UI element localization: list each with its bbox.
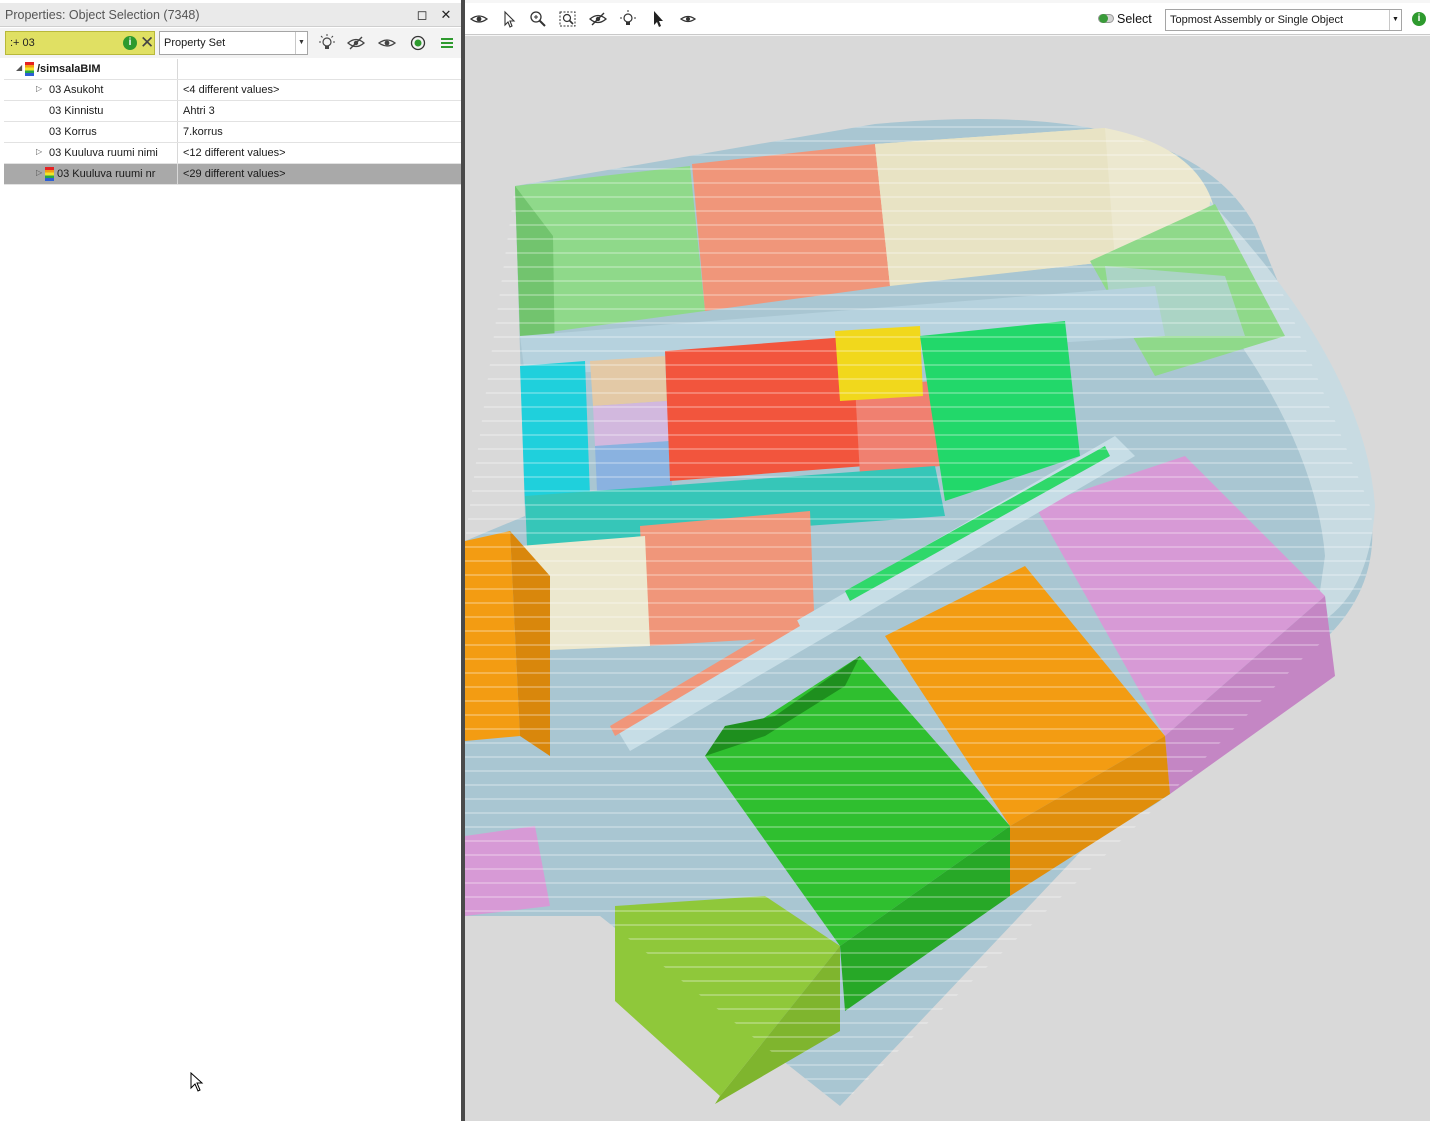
filter-value: :+ 03 xyxy=(10,37,35,49)
pointer-icon[interactable] xyxy=(648,10,668,28)
expand-triangle-icon[interactable]: ▷ xyxy=(36,147,42,156)
menu-icon[interactable] xyxy=(438,34,458,52)
property-value: 7.korrus xyxy=(183,126,223,138)
viewport-toolbar: Select Topmost Assembly or Single Object… xyxy=(465,3,1430,35)
property-value: Ahtri 3 xyxy=(183,105,215,117)
app-window: Properties: Object Selection (7348) ◻ ✕ … xyxy=(0,0,1430,1121)
close-icon: ✕ xyxy=(440,7,452,22)
selection-mode-dropdown[interactable]: Topmost Assembly or Single Object ▼ xyxy=(1165,9,1402,31)
table-row[interactable]: ▷ 03 Asukoht <4 different values> xyxy=(4,80,461,101)
hide-icon[interactable] xyxy=(346,34,366,52)
property-name: 03 Korrus xyxy=(49,126,97,138)
pipes-texture xyxy=(465,119,1373,1107)
property-name: 03 Kuuluva ruumi nr xyxy=(57,168,156,180)
select-toggle[interactable] xyxy=(1098,14,1114,23)
property-tree: ◢ /simsalaBIM ▷ 03 Asukoht <4 different … xyxy=(4,59,461,185)
zoom-icon[interactable] xyxy=(528,10,548,28)
clear-filter-icon[interactable]: ✕ xyxy=(140,33,154,53)
selection-mode-value: Topmost Assembly or Single Object xyxy=(1170,14,1344,26)
lightbulb-icon[interactable] xyxy=(317,34,337,52)
settings-target-icon[interactable] xyxy=(408,34,428,52)
close-panel-button[interactable]: ✕ xyxy=(437,6,455,24)
lightbulb-icon[interactable] xyxy=(618,10,638,28)
filter-toolbar: :+ 03 i ✕ Property Set ▼ xyxy=(0,28,461,58)
property-value: <4 different values> xyxy=(183,84,280,96)
zoom-window-icon[interactable] xyxy=(558,10,578,28)
table-row[interactable]: ▷ 03 Kuuluva ruumi nimi <12 different va… xyxy=(4,143,461,164)
hide-icon[interactable] xyxy=(588,10,608,28)
info-icon[interactable]: i xyxy=(1412,12,1426,26)
look-icon[interactable] xyxy=(678,10,698,28)
mouse-pointer-icon xyxy=(190,1071,204,1095)
object-color-icon xyxy=(45,167,54,181)
chevron-down-icon: ▼ xyxy=(295,32,307,54)
properties-panel: Properties: Object Selection (7348) ◻ ✕ … xyxy=(0,0,461,1121)
expand-triangle-icon[interactable]: ◢ xyxy=(16,63,22,72)
select-label: Select xyxy=(1117,12,1152,26)
eye-icon[interactable] xyxy=(469,10,489,28)
property-set-value: Property Set xyxy=(164,37,226,49)
panel-title: Properties: Object Selection (7348) xyxy=(5,8,200,22)
eye-icon[interactable] xyxy=(377,34,397,52)
filter-input[interactable]: :+ 03 i ✕ xyxy=(5,31,155,55)
info-icon[interactable]: i xyxy=(123,36,137,50)
property-value: <29 different values> xyxy=(183,168,286,180)
property-name: 03 Asukoht xyxy=(49,84,104,96)
select-arrow-icon[interactable] xyxy=(499,10,519,28)
property-set-dropdown[interactable]: Property Set ▼ xyxy=(159,31,308,55)
3d-viewport[interactable] xyxy=(465,36,1430,1121)
chevron-down-icon: ▼ xyxy=(1389,10,1401,30)
maximize-button[interactable]: ◻ xyxy=(413,6,431,24)
viewport-panel: Select Topmost Assembly or Single Object… xyxy=(465,0,1430,1121)
maximize-icon: ◻ xyxy=(416,7,428,22)
object-color-icon xyxy=(25,62,34,76)
property-name: 03 Kinnistu xyxy=(49,105,104,117)
expand-triangle-icon[interactable]: ▷ xyxy=(36,84,42,93)
property-name: 03 Kuuluva ruumi nimi xyxy=(49,147,158,159)
bim-model-render xyxy=(465,119,1375,1107)
table-row[interactable]: 03 Kinnistu Ahtri 3 xyxy=(4,101,461,122)
tree-root-label: /simsalaBIM xyxy=(37,63,101,75)
expand-triangle-icon[interactable]: ▷ xyxy=(36,168,42,177)
property-value: <12 different values> xyxy=(183,147,286,159)
table-row[interactable]: 03 Korrus 7.korrus xyxy=(4,122,461,143)
panel-title-bar: Properties: Object Selection (7348) ◻ ✕ xyxy=(0,3,461,27)
table-row-selected[interactable]: ▷ 03 Kuuluva ruumi nr <29 different valu… xyxy=(4,164,461,185)
tree-root-row[interactable]: ◢ /simsalaBIM xyxy=(4,59,461,80)
